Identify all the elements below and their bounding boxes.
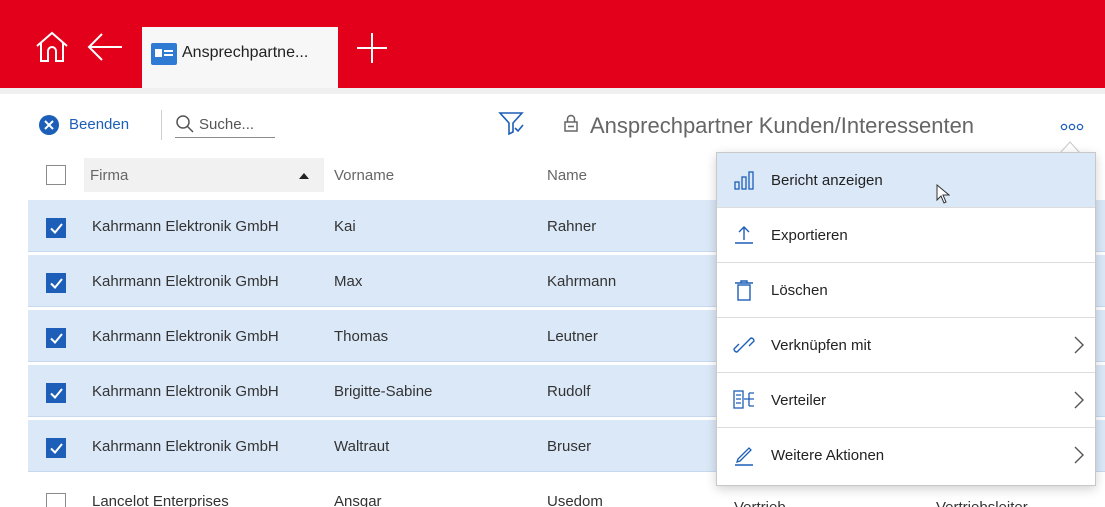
menu-item-loeschen[interactable]: Löschen bbox=[717, 263, 1095, 318]
menu-item-bericht-anzeigen[interactable]: Bericht anzeigen bbox=[717, 153, 1095, 208]
cell-vorname: Waltraut bbox=[334, 438, 390, 455]
cell-name: Rudolf bbox=[547, 383, 591, 400]
cell-name: Rahner bbox=[547, 218, 597, 235]
sort-ascending-icon bbox=[299, 173, 309, 179]
cell-firma: Kahrmann Elektronik GmbH bbox=[92, 273, 279, 290]
trash-icon bbox=[735, 280, 753, 301]
row-checkbox[interactable] bbox=[46, 438, 66, 458]
row-checkbox[interactable] bbox=[46, 328, 66, 348]
mouse-cursor-icon bbox=[936, 184, 950, 204]
column-header-name[interactable]: Name bbox=[547, 167, 587, 184]
menu-item-label: Löschen bbox=[771, 282, 828, 299]
export-icon bbox=[735, 226, 753, 244]
menu-item-label: Exportieren bbox=[771, 227, 848, 244]
menu-item-weitere-aktionen[interactable]: Weitere Aktionen bbox=[717, 428, 1095, 483]
cell-firma: Kahrmann Elektronik GmbH bbox=[92, 328, 279, 345]
chevron-right-icon bbox=[1074, 336, 1084, 354]
bar-chart-icon bbox=[734, 171, 754, 190]
menu-item-verknuepfen-mit[interactable]: Verknüpfen mit bbox=[717, 318, 1095, 373]
cell-name: Kahrmann bbox=[547, 273, 617, 290]
cell-funktion: Vertriebsleiter bbox=[936, 499, 1028, 507]
cell-vorname: Brigitte-Sabine bbox=[334, 383, 433, 400]
menu-item-label: Verteiler bbox=[771, 392, 827, 409]
filter-icon[interactable] bbox=[498, 110, 524, 136]
column-header-firma[interactable]: Firma bbox=[84, 158, 324, 192]
contact-card-icon bbox=[151, 43, 177, 65]
row-checkbox[interactable] bbox=[46, 493, 66, 507]
cell-name: Usedom bbox=[547, 493, 603, 507]
cell-name: Bruser bbox=[547, 438, 592, 455]
cell-vorname: Thomas bbox=[334, 328, 389, 345]
menu-item-label: Weitere Aktionen bbox=[771, 447, 885, 464]
chevron-right-icon bbox=[1074, 446, 1084, 464]
cell-firma: Lancelot Enterprises bbox=[92, 493, 229, 507]
beenden-button[interactable]: Beenden bbox=[69, 116, 129, 133]
more-options-icon[interactable] bbox=[1060, 123, 1084, 131]
menu-item-exportieren[interactable]: Exportieren bbox=[717, 208, 1095, 263]
cell-firma: Kahrmann Elektronik GmbH bbox=[92, 218, 279, 235]
lock-icon bbox=[564, 114, 578, 132]
toolbar-divider bbox=[161, 110, 162, 140]
tab-label: Ansprechpartne... bbox=[182, 44, 309, 61]
row-checkbox[interactable] bbox=[46, 383, 66, 403]
new-tab-plus-icon[interactable] bbox=[355, 31, 389, 65]
cell-vorname: Ansgar bbox=[334, 493, 382, 507]
search-input[interactable] bbox=[199, 114, 275, 134]
view-title: Ansprechpartner Kunden/Interessenten bbox=[590, 113, 975, 138]
link-icon bbox=[733, 337, 755, 353]
back-arrow-icon[interactable] bbox=[86, 30, 124, 64]
actions-menu: Bericht anzeigen Exportieren Löschen Ver… bbox=[716, 152, 1096, 486]
pen-icon bbox=[735, 447, 753, 466]
title-bar: Ansprechpartne... bbox=[0, 0, 1105, 88]
cell-abteilung: Vertrieb bbox=[734, 499, 786, 507]
column-header-label: Firma bbox=[90, 167, 129, 184]
search-field[interactable] bbox=[175, 112, 275, 138]
toolbar: Beenden Ansprechpartner Kunden/Interesse… bbox=[0, 88, 1105, 150]
cell-firma: Kahrmann Elektronik GmbH bbox=[92, 383, 279, 400]
column-header-vorname[interactable]: Vorname bbox=[334, 167, 394, 184]
tab-ansprechpartner[interactable]: Ansprechpartne... bbox=[142, 27, 338, 88]
menu-item-label: Verknüpfen mit bbox=[771, 337, 872, 354]
row-checkbox[interactable] bbox=[46, 218, 66, 238]
distribution-icon bbox=[733, 390, 754, 409]
search-icon bbox=[176, 115, 194, 133]
row-checkbox[interactable] bbox=[46, 273, 66, 293]
menu-item-verteiler[interactable]: Verteiler bbox=[717, 373, 1095, 428]
close-icon[interactable] bbox=[39, 115, 59, 135]
cell-vorname: Max bbox=[334, 273, 363, 290]
home-icon[interactable] bbox=[34, 30, 70, 64]
cell-vorname: Kai bbox=[334, 218, 356, 235]
chevron-right-icon bbox=[1074, 391, 1084, 409]
select-all-checkbox[interactable] bbox=[46, 165, 66, 185]
cell-firma: Kahrmann Elektronik GmbH bbox=[92, 438, 279, 455]
cell-name: Leutner bbox=[547, 328, 598, 345]
menu-item-label: Bericht anzeigen bbox=[771, 172, 883, 189]
